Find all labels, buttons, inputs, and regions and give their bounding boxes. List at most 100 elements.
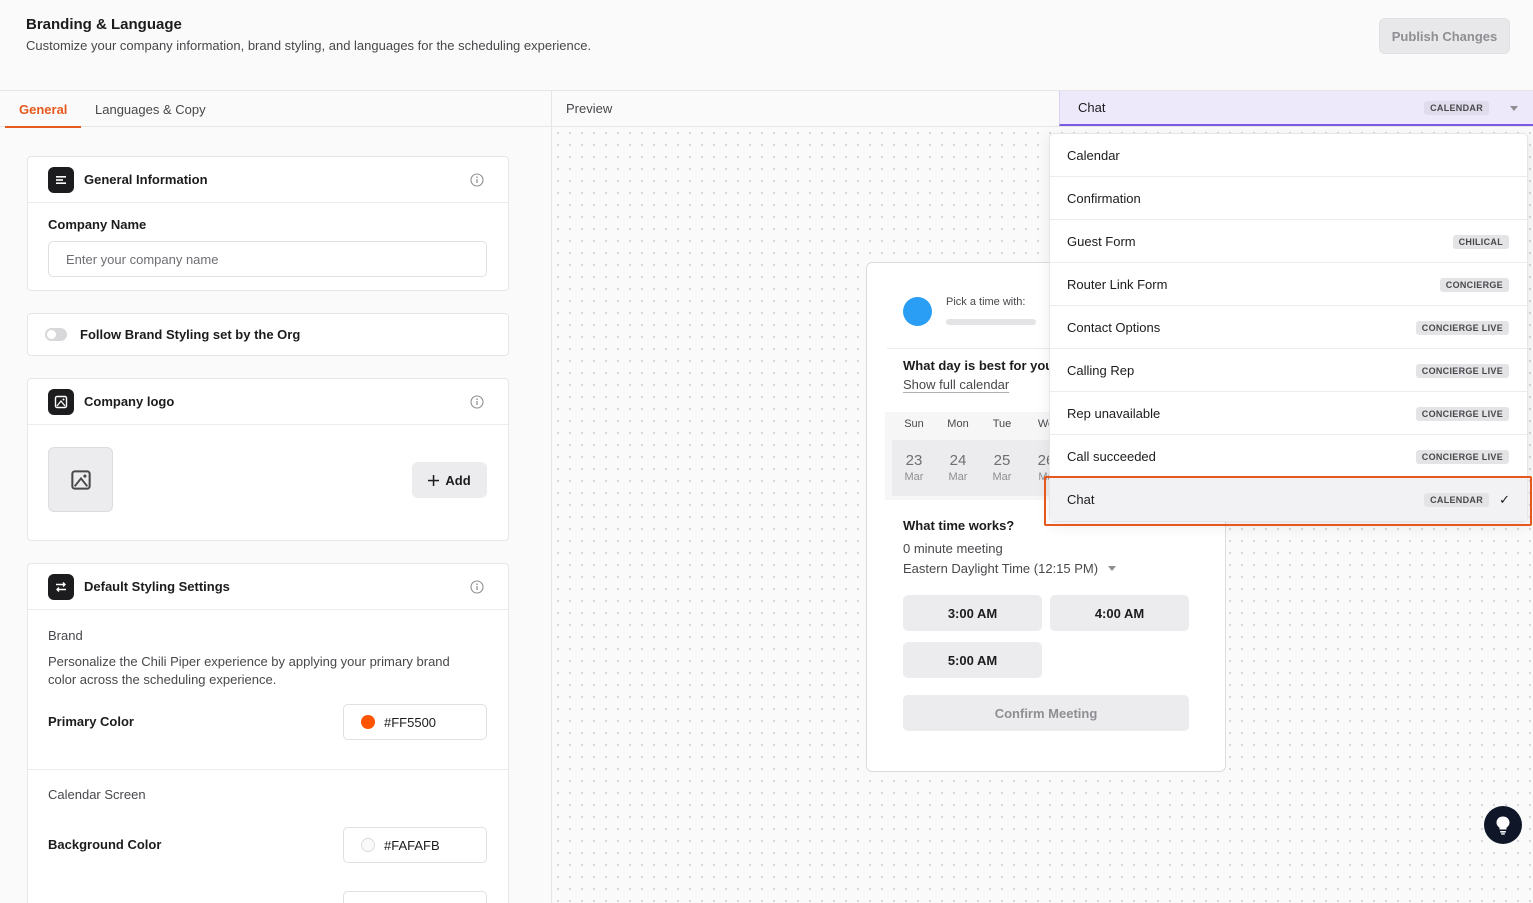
follow-brand-styling-card: Follow Brand Styling set by the Org [27, 313, 509, 356]
info-icon[interactable] [470, 395, 484, 409]
company-logo-card: Company logo Add [27, 378, 509, 541]
dropdown-item-router-link-form[interactable]: Router Link Form CONCIERGE [1050, 263, 1527, 306]
product-badge: CONCIERGE LIVE [1415, 364, 1509, 378]
day-month: Mar [992, 471, 1012, 483]
tab-languages-copy[interactable]: Languages & Copy [95, 91, 206, 127]
product-badge: CHILICAL [1452, 235, 1509, 249]
time-slot-button[interactable]: 4:00 AM [1050, 595, 1189, 631]
logo-placeholder[interactable] [48, 447, 113, 512]
dropdown-item-call-succeeded[interactable]: Call succeeded CONCIERGE LIVE [1050, 435, 1527, 478]
info-icon[interactable] [470, 580, 484, 594]
brand-section-label: Brand [48, 628, 83, 643]
product-badge: CONCIERGE [1439, 278, 1509, 292]
add-logo-button[interactable]: Add [412, 462, 487, 498]
confirm-meeting-button[interactable]: Confirm Meeting [903, 695, 1189, 731]
dropdown-item-label: Contact Options [1067, 320, 1161, 335]
page-header: Branding & Language Customize your compa… [0, 0, 1533, 91]
primary-color-swatch[interactable] [361, 715, 375, 729]
general-information-header: General Information [28, 157, 508, 203]
company-logo-header: Company logo [28, 379, 508, 425]
calendar-screen-label: Calendar Screen [48, 787, 146, 802]
day-cell[interactable]: 23 Mar [892, 440, 936, 496]
pick-time-text: Pick a time with: [946, 296, 1026, 308]
dropdown-item-label: Confirmation [1067, 191, 1141, 206]
background-color-label: Background Color [48, 837, 162, 852]
time-question: What time works? [903, 518, 1015, 533]
plus-icon [428, 474, 440, 486]
preview-screen-select[interactable]: Chat CALENDAR [1059, 91, 1533, 126]
tab-general[interactable]: General [4, 91, 82, 128]
primary-color-label: Primary Color [48, 714, 134, 729]
company-name-input[interactable] [48, 241, 487, 277]
day-month: Mar [948, 471, 968, 483]
day-number: 24 [949, 452, 967, 469]
day-name: Tue [992, 418, 1012, 430]
settings-tabs: General Languages & Copy [0, 91, 551, 128]
help-button[interactable] [1484, 806, 1522, 844]
day-month: Mar [904, 471, 924, 483]
day-cell[interactable]: 25 Mar [980, 440, 1024, 496]
day-question: What day is best for you [903, 358, 1054, 373]
default-styling-header: Default Styling Settings [28, 564, 508, 610]
product-badge: CONCIERGE LIVE [1415, 407, 1509, 421]
settings-panel: General Languages & Copy General Informa… [0, 91, 552, 903]
list-icon [48, 167, 74, 193]
dropdown-item-guest-form[interactable]: Guest Form CHILICAL [1050, 220, 1527, 263]
image-icon [70, 469, 91, 490]
day-cell[interactable]: 24 Mar [936, 440, 980, 496]
follow-brand-styling-toggle[interactable] [45, 328, 67, 341]
day-number: 23 [905, 452, 923, 469]
info-icon[interactable] [470, 173, 484, 187]
show-full-calendar-link[interactable]: Show full calendar [903, 377, 1009, 392]
section-divider [28, 769, 508, 770]
brand-description: Personalize the Chili Piper experience b… [48, 654, 450, 687]
chevron-down-icon[interactable] [1510, 106, 1518, 111]
default-styling-card: Default Styling Settings Brand Personali… [27, 563, 509, 903]
dropdown-item-contact-options[interactable]: Contact Options CONCIERGE LIVE [1050, 306, 1527, 349]
selected-screen-label: Chat [1078, 100, 1106, 115]
dropdown-item-label: Calendar [1067, 148, 1120, 163]
time-slot-button[interactable]: 3:00 AM [903, 595, 1042, 631]
dropdown-item-rep-unavailable[interactable]: Rep unavailable CONCIERGE LIVE [1050, 392, 1527, 435]
dropdown-item-label: Router Link Form [1067, 277, 1168, 292]
default-styling-title: Default Styling Settings [84, 579, 230, 594]
image-icon [48, 389, 74, 415]
dropdown-item-label: Chat [1067, 492, 1095, 507]
time-slot-button[interactable]: 5:00 AM [903, 642, 1042, 678]
check-icon: ✓ [1499, 492, 1510, 507]
dropdown-item-confirmation[interactable]: Confirmation [1050, 177, 1527, 220]
follow-brand-styling-label: Follow Brand Styling set by the Org [80, 327, 301, 342]
avatar [903, 297, 932, 326]
background-color-swatch[interactable] [361, 838, 375, 852]
dropdown-item-label: Calling Rep [1067, 363, 1135, 378]
next-color-input[interactable] [343, 891, 487, 903]
product-badge: CONCIERGE LIVE [1415, 450, 1509, 464]
background-color-value: #FAFAFB [384, 837, 440, 853]
general-information-title: General Information [84, 172, 208, 187]
selected-screen-badge: CALENDAR [1424, 101, 1489, 115]
lightbulb-icon [1496, 816, 1510, 835]
general-information-card: General Information Company Name [27, 156, 509, 291]
primary-color-value: #FF5500 [384, 714, 437, 730]
rep-name-placeholder [946, 319, 1036, 325]
product-badge: CALENDAR [1424, 493, 1489, 507]
day-name: Mon [947, 418, 969, 430]
dropdown-item-label: Guest Form [1067, 234, 1136, 249]
publish-changes-button[interactable]: Publish Changes [1379, 18, 1510, 54]
timezone-select[interactable]: Eastern Daylight Time (12:15 PM) [903, 561, 1116, 576]
chevron-down-icon [1107, 566, 1116, 571]
background-color-input[interactable]: #FAFAFB [343, 827, 487, 863]
page-title: Branding & Language [26, 16, 182, 33]
dropdown-item-calling-rep[interactable]: Calling Rep CONCIERGE LIVE [1050, 349, 1527, 392]
primary-color-input[interactable]: #FF5500 [343, 704, 487, 740]
dropdown-item-label: Rep unavailable [1067, 406, 1161, 421]
company-logo-title: Company logo [84, 394, 175, 409]
timezone-label: Eastern Daylight Time (12:15 PM) [903, 561, 1099, 576]
add-logo-label: Add [445, 472, 471, 488]
dropdown-item-calendar[interactable]: Calendar [1050, 134, 1527, 177]
company-name-label: Company Name [48, 217, 147, 232]
swap-icon [48, 574, 74, 600]
dropdown-item-chat[interactable]: Chat CALENDAR ✓ [1050, 478, 1527, 521]
day-number: 25 [993, 452, 1011, 469]
meeting-length: 0 minute meeting [903, 541, 1003, 556]
